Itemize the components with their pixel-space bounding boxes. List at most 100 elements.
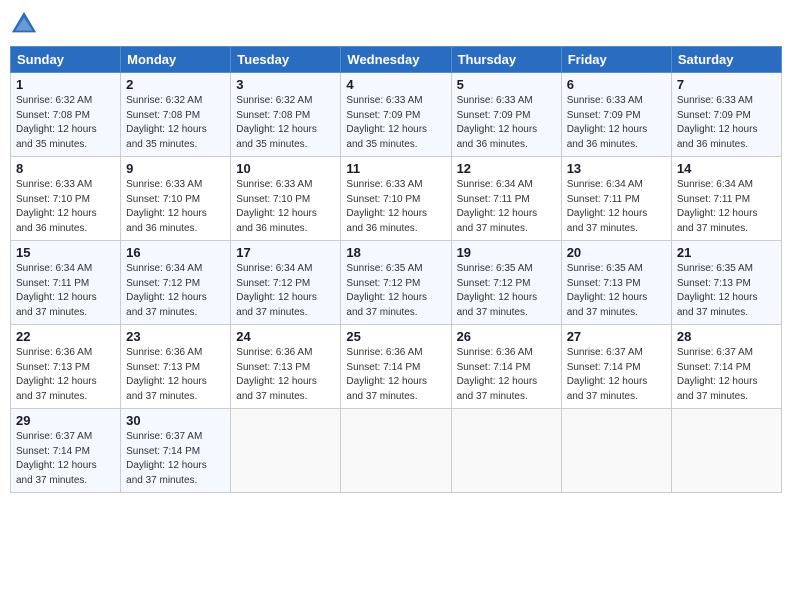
cell-info: Sunrise: 6:33 AMSunset: 7:09 PMDaylight:… xyxy=(677,95,758,150)
day-number: 20 xyxy=(567,245,666,260)
calendar-cell: 12Sunrise: 6:34 AMSunset: 7:11 PMDayligh… xyxy=(451,157,561,241)
calendar-cell: 3 Sunrise: 6:32 AMSunset: 7:08 PMDaylight… xyxy=(231,73,341,157)
calendar-cell xyxy=(231,409,341,493)
day-number: 4 xyxy=(346,77,445,92)
cell-info: Sunrise: 6:36 AMSunset: 7:13 PMDaylight:… xyxy=(236,347,317,402)
calendar-cell: 19 Sunrise: 6:35 AMSunset: 7:12 PMDayligh… xyxy=(451,241,561,325)
day-number: 27 xyxy=(567,329,666,344)
calendar-day-header: Saturday xyxy=(671,47,781,73)
day-number: 28 xyxy=(677,329,776,344)
cell-info: Sunrise: 6:34 AMSunset: 7:11 PMDaylight:… xyxy=(567,179,648,234)
day-number: 10 xyxy=(236,161,335,176)
calendar-cell xyxy=(561,409,671,493)
calendar-week-row: 22 Sunrise: 6:36 AMSunset: 7:13 PMDayligh… xyxy=(11,325,782,409)
calendar-day-header: Monday xyxy=(121,47,231,73)
day-number: 15 xyxy=(16,245,115,260)
calendar-cell: 9 Sunrise: 6:33 AMSunset: 7:10 PMDaylight… xyxy=(121,157,231,241)
cell-info: Sunrise: 6:37 AMSunset: 7:14 PMDaylight:… xyxy=(567,347,648,402)
cell-info: Sunrise: 6:37 AMSunset: 7:14 PMDaylight:… xyxy=(16,431,97,486)
day-number: 1 xyxy=(16,77,115,92)
day-number: 11 xyxy=(346,161,445,176)
logo xyxy=(10,10,42,38)
calendar-cell: 28 Sunrise: 6:37 AMSunset: 7:14 PMDayligh… xyxy=(671,325,781,409)
day-number: 19 xyxy=(457,245,556,260)
cell-info: Sunrise: 6:35 AMSunset: 7:13 PMDaylight:… xyxy=(567,263,648,318)
day-number: 9 xyxy=(126,161,225,176)
day-number: 22 xyxy=(16,329,115,344)
day-number: 5 xyxy=(457,77,556,92)
cell-info: Sunrise: 6:34 AMSunset: 7:12 PMDaylight:… xyxy=(126,263,207,318)
calendar-cell xyxy=(451,409,561,493)
calendar-cell: 30 Sunrise: 6:37 AMSunset: 7:14 PMDayligh… xyxy=(121,409,231,493)
calendar-cell: 2Sunrise: 6:32 AMSunset: 7:08 PMDaylight… xyxy=(121,73,231,157)
cell-info: Sunrise: 6:36 AMSunset: 7:14 PMDaylight:… xyxy=(346,347,427,402)
calendar-cell: 26 Sunrise: 6:36 AMSunset: 7:14 PMDayligh… xyxy=(451,325,561,409)
cell-info: Sunrise: 6:32 AMSunset: 7:08 PMDaylight:… xyxy=(16,95,97,150)
calendar-cell: 21 Sunrise: 6:35 AMSunset: 7:13 PMDayligh… xyxy=(671,241,781,325)
calendar-cell: 22 Sunrise: 6:36 AMSunset: 7:13 PMDayligh… xyxy=(11,325,121,409)
calendar-cell: 6 Sunrise: 6:33 AMSunset: 7:09 PMDaylight… xyxy=(561,73,671,157)
cell-info: Sunrise: 6:33 AMSunset: 7:10 PMDaylight:… xyxy=(236,179,317,234)
calendar-header-row: SundayMondayTuesdayWednesdayThursdayFrid… xyxy=(11,47,782,73)
calendar-cell: 13 Sunrise: 6:34 AMSunset: 7:11 PMDayligh… xyxy=(561,157,671,241)
page-wrapper: SundayMondayTuesdayWednesdayThursdayFrid… xyxy=(10,10,782,493)
cell-info: Sunrise: 6:32 AMSunset: 7:08 PMDaylight:… xyxy=(126,95,207,150)
day-number: 29 xyxy=(16,413,115,428)
calendar-day-header: Tuesday xyxy=(231,47,341,73)
day-number: 30 xyxy=(126,413,225,428)
calendar-cell: 11 Sunrise: 6:33 AMSunset: 7:10 PMDayligh… xyxy=(341,157,451,241)
calendar-cell: 8 Sunrise: 6:33 AMSunset: 7:10 PMDaylight… xyxy=(11,157,121,241)
cell-info: Sunrise: 6:34 AMSunset: 7:11 PMDaylight:… xyxy=(457,179,538,234)
cell-info: Sunrise: 6:33 AMSunset: 7:09 PMDaylight:… xyxy=(346,95,427,150)
calendar-table: SundayMondayTuesdayWednesdayThursdayFrid… xyxy=(10,46,782,493)
cell-info: Sunrise: 6:36 AMSunset: 7:14 PMDaylight:… xyxy=(457,347,538,402)
cell-info: Sunrise: 6:33 AMSunset: 7:10 PMDaylight:… xyxy=(16,179,97,234)
calendar-cell: 14Sunrise: 6:34 AMSunset: 7:11 PMDayligh… xyxy=(671,157,781,241)
day-number: 21 xyxy=(677,245,776,260)
calendar-cell: 18Sunrise: 6:35 AMSunset: 7:12 PMDayligh… xyxy=(341,241,451,325)
day-number: 8 xyxy=(16,161,115,176)
day-number: 7 xyxy=(677,77,776,92)
cell-info: Sunrise: 6:32 AMSunset: 7:08 PMDaylight:… xyxy=(236,95,317,150)
calendar-week-row: 15Sunrise: 6:34 AMSunset: 7:11 PMDayligh… xyxy=(11,241,782,325)
cell-info: Sunrise: 6:36 AMSunset: 7:13 PMDaylight:… xyxy=(16,347,97,402)
cell-info: Sunrise: 6:33 AMSunset: 7:09 PMDaylight:… xyxy=(457,95,538,150)
day-number: 3 xyxy=(236,77,335,92)
day-number: 25 xyxy=(346,329,445,344)
calendar-cell: 16Sunrise: 6:34 AMSunset: 7:12 PMDayligh… xyxy=(121,241,231,325)
calendar-cell xyxy=(341,409,451,493)
calendar-cell xyxy=(671,409,781,493)
day-number: 26 xyxy=(457,329,556,344)
calendar-day-header: Friday xyxy=(561,47,671,73)
calendar-cell: 24 Sunrise: 6:36 AMSunset: 7:13 PMDayligh… xyxy=(231,325,341,409)
cell-info: Sunrise: 6:33 AMSunset: 7:10 PMDaylight:… xyxy=(126,179,207,234)
calendar-cell: 25 Sunrise: 6:36 AMSunset: 7:14 PMDayligh… xyxy=(341,325,451,409)
calendar-cell: 1 Sunrise: 6:32 AMSunset: 7:08 PMDaylight… xyxy=(11,73,121,157)
calendar-cell: 20 Sunrise: 6:35 AMSunset: 7:13 PMDayligh… xyxy=(561,241,671,325)
cell-info: Sunrise: 6:35 AMSunset: 7:12 PMDaylight:… xyxy=(346,263,427,318)
cell-info: Sunrise: 6:33 AMSunset: 7:10 PMDaylight:… xyxy=(346,179,427,234)
calendar-cell: 15Sunrise: 6:34 AMSunset: 7:11 PMDayligh… xyxy=(11,241,121,325)
calendar-cell: 17 Sunrise: 6:34 AMSunset: 7:12 PMDayligh… xyxy=(231,241,341,325)
cell-info: Sunrise: 6:36 AMSunset: 7:13 PMDaylight:… xyxy=(126,347,207,402)
cell-info: Sunrise: 6:34 AMSunset: 7:12 PMDaylight:… xyxy=(236,263,317,318)
day-number: 6 xyxy=(567,77,666,92)
cell-info: Sunrise: 6:37 AMSunset: 7:14 PMDaylight:… xyxy=(126,431,207,486)
calendar-day-header: Thursday xyxy=(451,47,561,73)
cell-info: Sunrise: 6:37 AMSunset: 7:14 PMDaylight:… xyxy=(677,347,758,402)
calendar-cell: 7 Sunrise: 6:33 AMSunset: 7:09 PMDaylight… xyxy=(671,73,781,157)
calendar-cell: 5 Sunrise: 6:33 AMSunset: 7:09 PMDaylight… xyxy=(451,73,561,157)
day-number: 13 xyxy=(567,161,666,176)
cell-info: Sunrise: 6:35 AMSunset: 7:13 PMDaylight:… xyxy=(677,263,758,318)
calendar-day-header: Sunday xyxy=(11,47,121,73)
calendar-cell: 10 Sunrise: 6:33 AMSunset: 7:10 PMDayligh… xyxy=(231,157,341,241)
header xyxy=(10,10,782,38)
day-number: 23 xyxy=(126,329,225,344)
cell-info: Sunrise: 6:35 AMSunset: 7:12 PMDaylight:… xyxy=(457,263,538,318)
day-number: 24 xyxy=(236,329,335,344)
calendar-cell: 29 Sunrise: 6:37 AMSunset: 7:14 PMDayligh… xyxy=(11,409,121,493)
calendar-day-header: Wednesday xyxy=(341,47,451,73)
calendar-cell: 23 Sunrise: 6:36 AMSunset: 7:13 PMDayligh… xyxy=(121,325,231,409)
day-number: 17 xyxy=(236,245,335,260)
cell-info: Sunrise: 6:33 AMSunset: 7:09 PMDaylight:… xyxy=(567,95,648,150)
